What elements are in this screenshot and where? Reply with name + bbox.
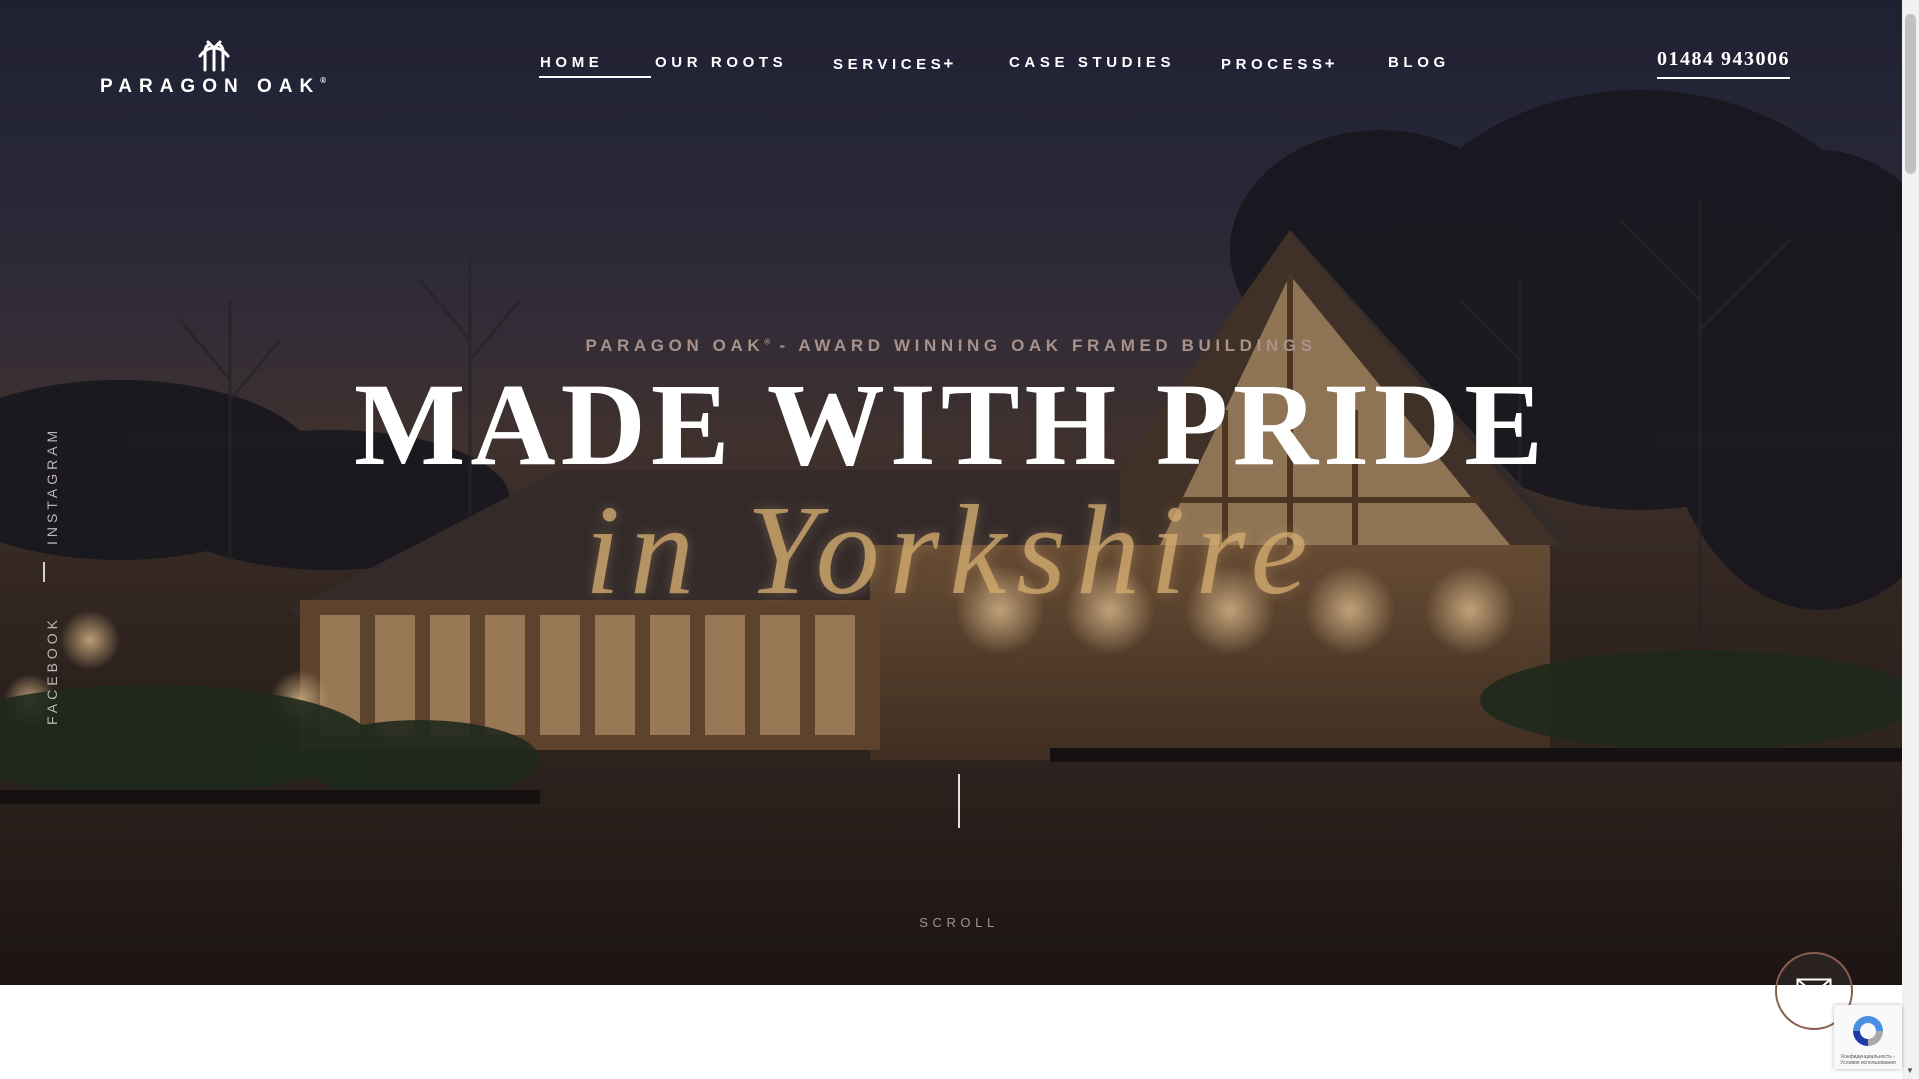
recaptcha-badge[interactable]: Конфиденциальность - Условия использован… bbox=[1834, 1005, 1902, 1069]
scroll-down-arrow-icon[interactable]: ▼ bbox=[1906, 1066, 1914, 1075]
recaptcha-privacy-text[interactable]: Конфиденциальность - Условия использован… bbox=[1836, 1054, 1900, 1066]
nav-item-home[interactable]: HOME bbox=[539, 54, 655, 80]
scroll-indicator-line[interactable] bbox=[958, 774, 960, 828]
nav-item-blog[interactable]: BLOG bbox=[1388, 54, 1458, 80]
tree-logo-icon bbox=[198, 40, 230, 72]
nav-item-our-roots[interactable]: OUR ROOTS bbox=[655, 54, 833, 80]
hero-section: PARAGON OAK® HOME OUR ROOTS SERVICES+ CA… bbox=[0, 0, 1902, 985]
plus-icon: + bbox=[1324, 54, 1335, 73]
nav-item-process[interactable]: PROCESS+ bbox=[1221, 54, 1388, 80]
hero-headline: MADE WITH PRIDE bbox=[354, 359, 1548, 490]
scrollbar-thumb[interactable] bbox=[1905, 14, 1916, 174]
nav-item-services[interactable]: SERVICES+ bbox=[833, 54, 1009, 80]
main-navigation: HOME OUR ROOTS SERVICES+ CASE STUDIES PR… bbox=[539, 54, 1458, 80]
scroll-label[interactable]: SCROLL bbox=[0, 915, 1902, 930]
hero-subline: in Yorkshire bbox=[584, 479, 1318, 621]
site-logo[interactable]: PARAGON OAK® bbox=[100, 38, 335, 100]
plus-icon: + bbox=[943, 54, 954, 73]
logo-wordmark: PARAGON OAK® bbox=[100, 76, 327, 97]
page-scrollbar[interactable]: ▼ bbox=[1902, 0, 1919, 1079]
envelope-icon bbox=[1796, 978, 1832, 1004]
nav-item-case-studies[interactable]: CASE STUDIES bbox=[1009, 54, 1221, 80]
facebook-link[interactable]: FACEBOOK bbox=[44, 616, 60, 725]
recaptcha-icon bbox=[1853, 1016, 1883, 1046]
phone-link[interactable]: 01484 943006 bbox=[1657, 48, 1790, 79]
hero-kicker: PARAGON OAK® - AWARD WINNING OAK FRAMED … bbox=[585, 336, 1317, 355]
